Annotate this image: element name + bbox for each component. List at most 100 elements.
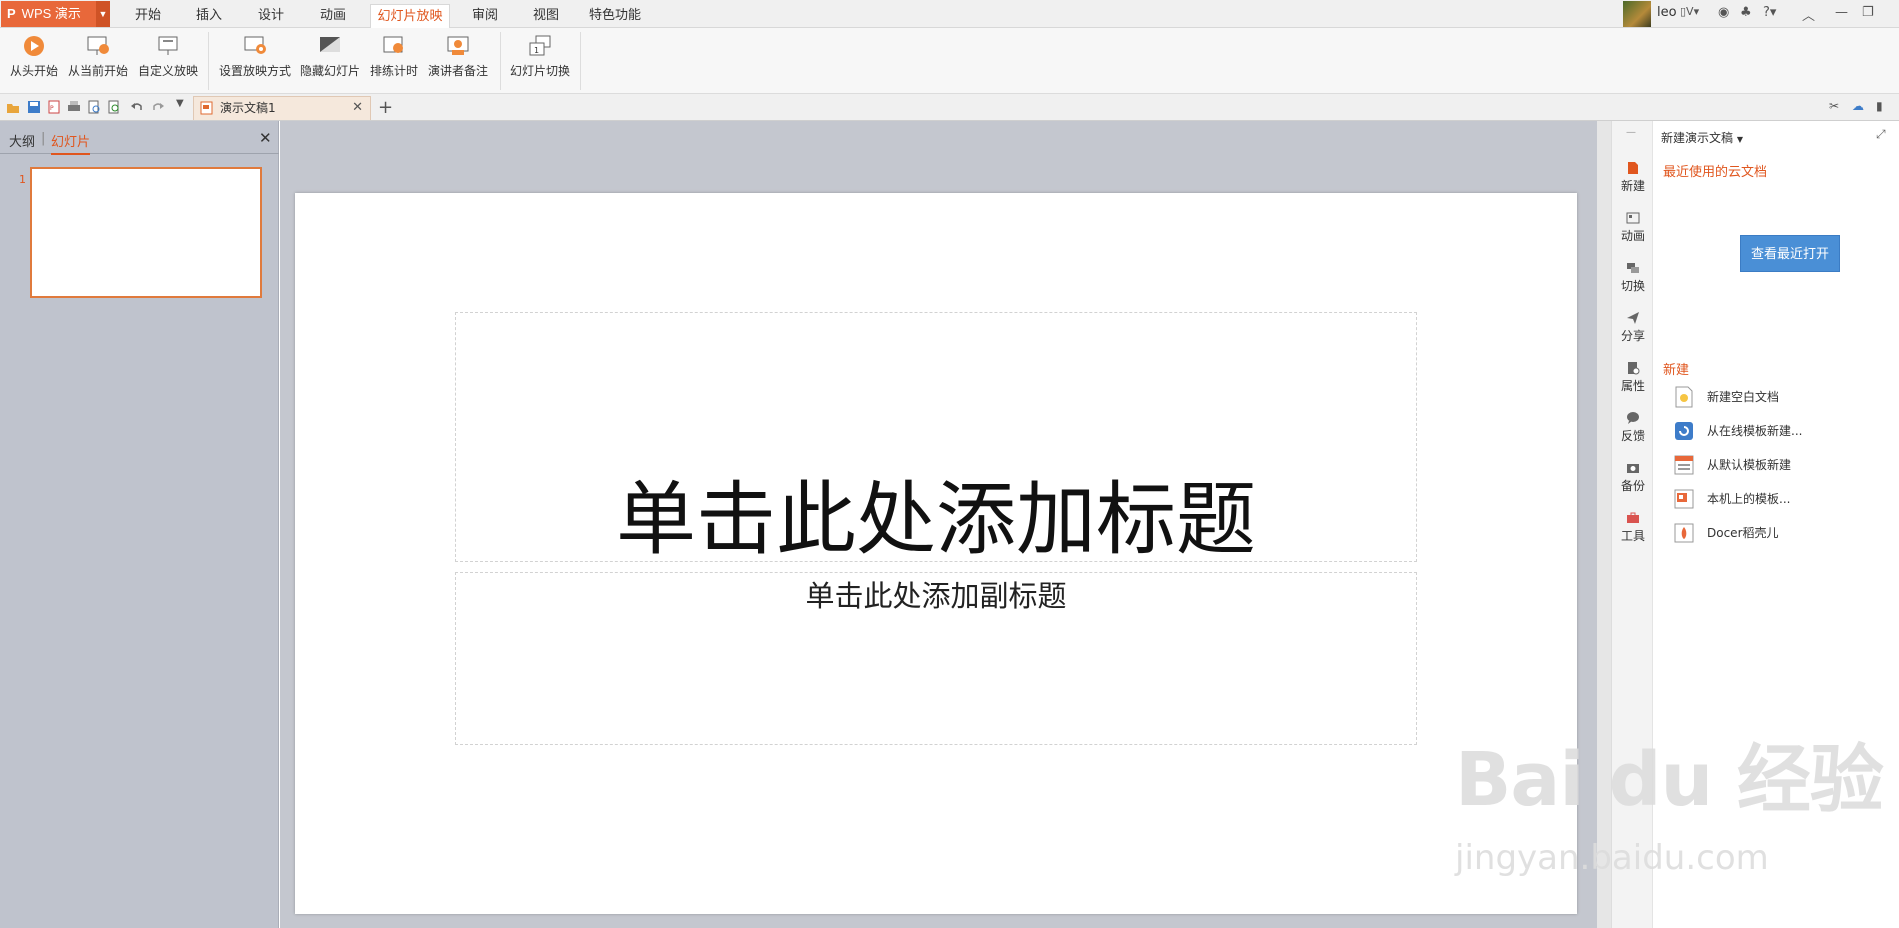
document-title: 演示文稿1: [220, 101, 276, 115]
find-icon[interactable]: [107, 100, 121, 114]
quick-access-dropdown-icon[interactable]: ▼: [176, 98, 190, 112]
hide-slide-button[interactable]: 隐藏幻灯片: [298, 34, 362, 79]
svg-text:P: P: [50, 105, 54, 112]
pane-tabs: 大纲 | 幻灯片 ✕: [0, 121, 279, 155]
strip-backup-button[interactable]: 备份: [1612, 461, 1654, 494]
strip-animation-button[interactable]: 动画: [1612, 211, 1654, 244]
undo-icon[interactable]: [130, 100, 144, 114]
chevron-down-icon: ▼: [1736, 135, 1743, 144]
export-pdf-icon[interactable]: P: [47, 100, 61, 114]
docer-icon: [1674, 523, 1694, 543]
ribbon-separator: [580, 32, 581, 90]
tab-view[interactable]: 视图: [526, 4, 566, 28]
avatar[interactable]: [1623, 1, 1651, 27]
ribbon-separator: [208, 32, 209, 90]
new-section-heading: 新建: [1663, 363, 1690, 378]
tab-outline[interactable]: 大纲: [9, 131, 35, 150]
save-icon[interactable]: [27, 100, 41, 114]
animation-icon: [1626, 212, 1640, 224]
play-from-start-button[interactable]: 从头开始: [8, 34, 60, 79]
close-icon[interactable]: ✕: [352, 97, 363, 119]
add-tab-button[interactable]: +: [378, 97, 393, 118]
strip-handle-icon: —: [1626, 127, 1636, 138]
strip-feedback-button[interactable]: 反馈: [1612, 411, 1654, 444]
play-icon: [24, 36, 44, 56]
print-icon[interactable]: [67, 100, 81, 114]
user-name[interactable]: leo: [1657, 5, 1677, 20]
app-name: WPS 演示: [21, 6, 81, 21]
view-recent-button[interactable]: 查看最近打开: [1740, 235, 1840, 272]
document-tab[interactable]: 演示文稿1 ✕: [193, 96, 371, 120]
speaker-notes-button[interactable]: 演讲者备注: [426, 34, 490, 79]
document-tab-bar: P ▼ 演示文稿1 ✕ + ✂ ☁ ▮: [0, 94, 1899, 121]
cloud-icon[interactable]: ☁: [1852, 99, 1866, 113]
subtitle-text[interactable]: 单击此处添加副标题: [456, 573, 1416, 615]
strip-properties-button[interactable]: 属性: [1612, 361, 1654, 394]
screen-play-icon: [87, 36, 109, 55]
toolbox-icon: [1627, 512, 1639, 523]
skin-icon[interactable]: ◉: [1718, 5, 1729, 20]
feedback-icon: [1627, 412, 1639, 424]
tab-animation[interactable]: 动画: [313, 4, 353, 28]
close-pane-icon[interactable]: ✕: [259, 129, 272, 147]
tab-special[interactable]: 特色功能: [585, 4, 645, 28]
chevron-down-icon[interactable]: ▼: [96, 1, 110, 27]
tab-design[interactable]: 设计: [251, 4, 291, 28]
presentation-file-icon: [200, 101, 213, 115]
slide-number: 1: [19, 173, 26, 186]
default-template-icon: [1674, 455, 1694, 475]
new-document-icon: [1628, 162, 1638, 174]
print-preview-icon[interactable]: [87, 100, 101, 114]
strip-transition-button[interactable]: 切换: [1612, 261, 1654, 294]
expand-panel-icon[interactable]: ⤢: [1876, 127, 1886, 142]
slide-editor: 单击此处添加标题 单击此处添加副标题: [280, 121, 1597, 928]
open-folder-icon[interactable]: [6, 100, 20, 114]
tab-slideshow[interactable]: 幻灯片放映: [370, 4, 450, 28]
pin-icon[interactable]: ✂: [1829, 99, 1843, 113]
setup-show-button[interactable]: 设置放映方式: [217, 34, 293, 79]
pane-tab-divider: |: [41, 131, 46, 146]
rehearse-timings-button[interactable]: 排练计时: [367, 34, 421, 79]
slide-transition-button[interactable]: 1 幻灯片切换: [508, 34, 572, 79]
app-menu-button[interactable]: P WPS 演示 ▼: [1, 1, 110, 27]
speaker-notes-icon: [447, 36, 469, 55]
tab-review[interactable]: 审阅: [465, 4, 505, 28]
local-template-icon: [1674, 489, 1694, 509]
wps-logo-icon: P: [7, 6, 16, 21]
ribbon-separator: [500, 32, 501, 90]
cloud-docs-heading: 最近使用的云文档: [1663, 165, 1768, 180]
shirt-icon[interactable]: ♣: [1740, 5, 1752, 20]
tab-home[interactable]: 开始: [128, 4, 168, 28]
rehearse-icon: [383, 36, 403, 53]
custom-show-button[interactable]: 自定义放映: [137, 34, 199, 79]
svg-text:1: 1: [534, 46, 539, 55]
properties-icon: [1628, 362, 1640, 375]
panel-header[interactable]: 新建演示文稿 ▼: [1661, 129, 1743, 146]
transition-icon: 1: [529, 35, 551, 56]
play-from-current-button[interactable]: 从当前开始: [66, 34, 130, 79]
slide-pane: 大纲 | 幻灯片 ✕ 1: [0, 121, 279, 928]
tab-slides[interactable]: 幻灯片: [51, 131, 91, 155]
redo-icon[interactable]: [151, 100, 165, 114]
restore-icon[interactable]: ❐: [1862, 5, 1874, 20]
title-placeholder[interactable]: 单击此处添加标题: [455, 312, 1417, 566]
transition-icon: [1627, 263, 1639, 273]
hide-slide-icon: [320, 37, 340, 52]
slide-canvas[interactable]: 单击此处添加标题 单击此处添加副标题: [295, 193, 1577, 914]
vip-icon[interactable]: ▯V▾: [1680, 5, 1699, 18]
title-text[interactable]: 单击此处添加标题: [456, 455, 1416, 571]
doc-info-icon[interactable]: ▮: [1876, 99, 1890, 113]
baidu-watermark: Bai du 经验 jingyan.baidu.com: [1455, 737, 1884, 878]
ribbon: 从头开始 从当前开始 自定义放映 设置放映方式 隐藏幻灯片 排练计时 演讲者备注…: [0, 28, 1899, 94]
strip-share-button[interactable]: 分享: [1612, 311, 1654, 344]
help-icon[interactable]: ?▾: [1763, 5, 1776, 20]
minimize-icon[interactable]: —: [1835, 5, 1848, 20]
collapse-ribbon-icon[interactable]: ︿: [1802, 5, 1815, 24]
tab-insert[interactable]: 插入: [189, 4, 229, 28]
strip-new-button[interactable]: 新建: [1612, 161, 1654, 194]
strip-tools-button[interactable]: 工具: [1612, 511, 1654, 544]
custom-show-icon: [158, 36, 178, 55]
subtitle-placeholder[interactable]: 单击此处添加副标题: [455, 572, 1417, 745]
backup-icon: [1627, 464, 1639, 473]
slide-thumbnail[interactable]: [30, 167, 262, 298]
